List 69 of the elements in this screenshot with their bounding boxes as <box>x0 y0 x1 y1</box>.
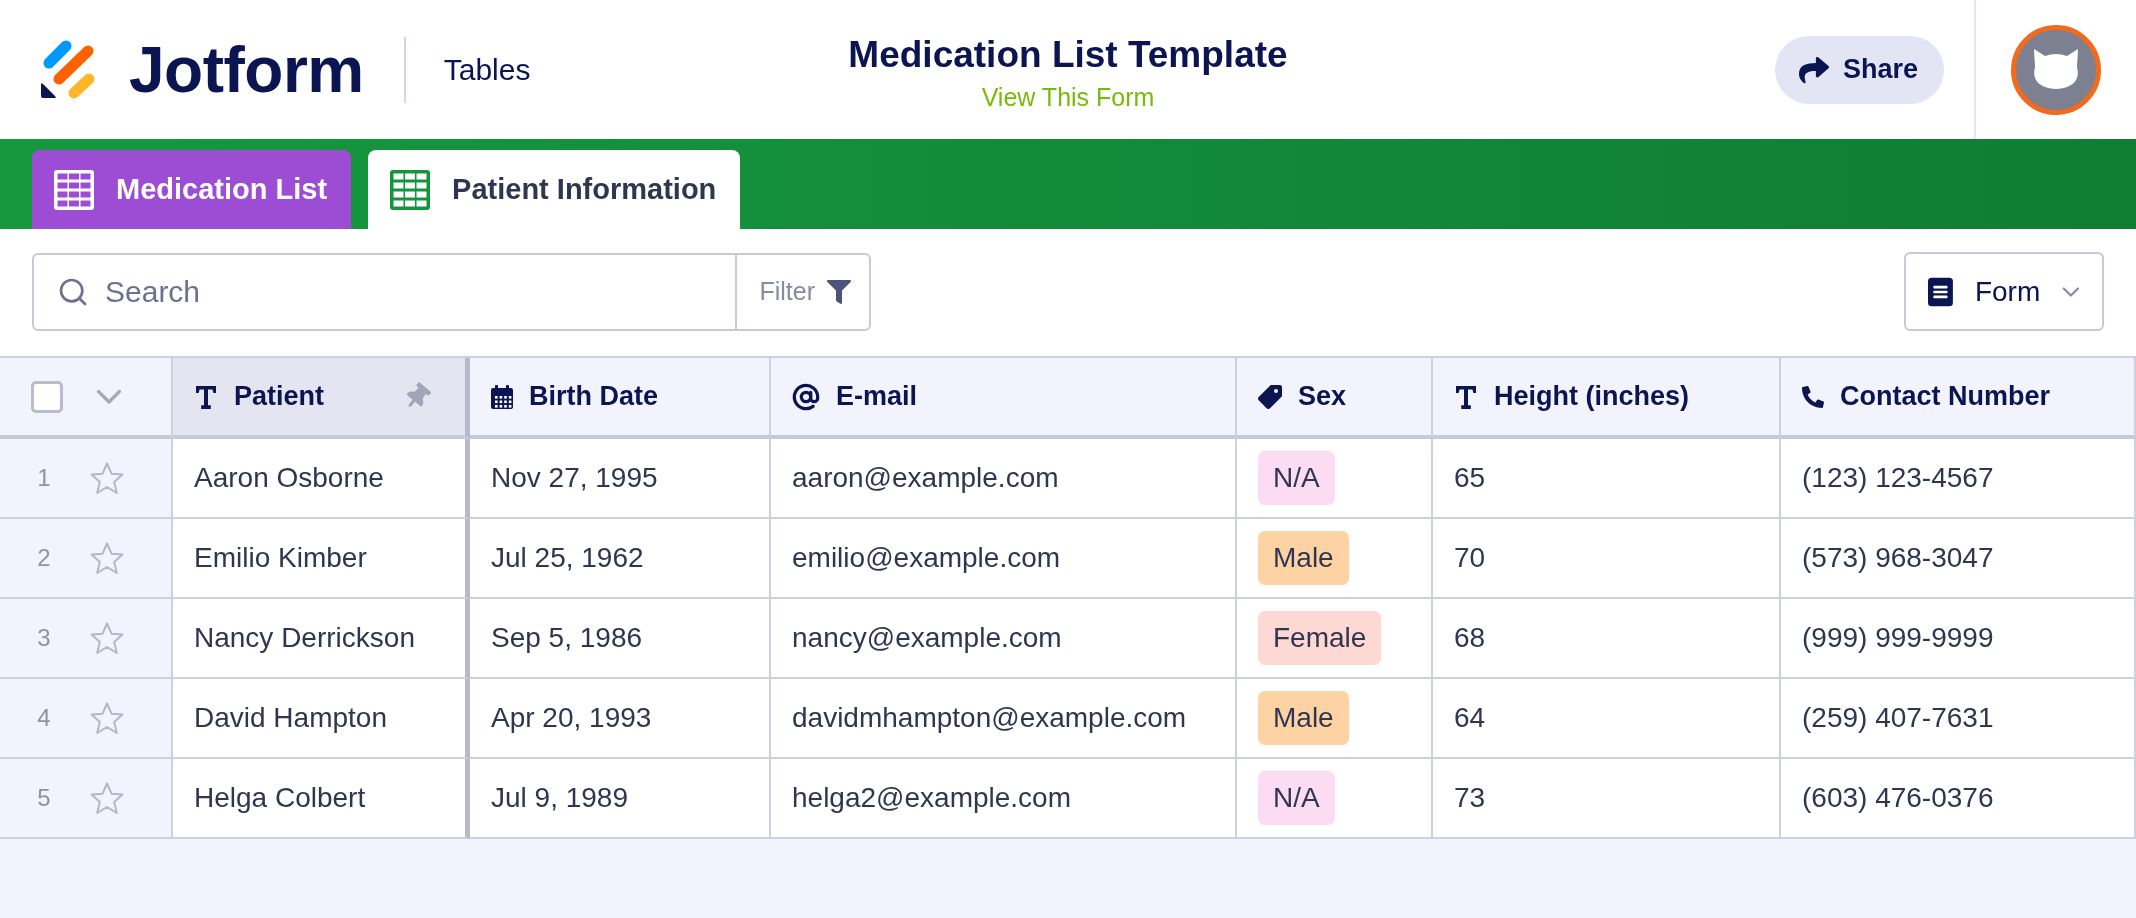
share-icon <box>1798 54 1829 85</box>
sex-tag: Male <box>1258 531 1349 585</box>
table-cell: (573) 968-3047 <box>1781 519 2136 599</box>
avatar-icon[interactable] <box>2011 24 2101 115</box>
sex-tag: Male <box>1258 691 1349 745</box>
column-header[interactable]: Sex <box>1237 358 1433 439</box>
table-cell: 68 <box>1433 599 1781 679</box>
text-icon <box>194 384 218 409</box>
table-cell: 73 <box>1433 759 1781 839</box>
column-header[interactable]: Height (inches) <box>1433 358 1781 439</box>
select-all-checkbox[interactable] <box>31 380 63 413</box>
at-sign-icon <box>792 382 820 411</box>
star-icon[interactable] <box>90 621 124 655</box>
table-cell: 70 <box>1433 519 1781 599</box>
product-name: Tables <box>443 52 531 87</box>
chevron-down-icon <box>2062 285 2080 298</box>
tag-icon <box>1258 384 1282 409</box>
brand-name: Jotform <box>129 37 364 102</box>
document-icon <box>1928 275 1953 308</box>
form-view-button[interactable]: Form <box>1904 252 2104 331</box>
table-cell: Apr 20, 1993 <box>470 679 771 759</box>
search-field[interactable]: Search <box>89 254 736 329</box>
star-icon[interactable] <box>90 701 124 735</box>
column-header[interactable]: Birth Date <box>470 358 771 439</box>
table-cell: Jul 25, 1962 <box>470 519 771 599</box>
table-cell: (123) 123-4567 <box>1781 439 2136 519</box>
share-button[interactable]: Share <box>1774 35 1944 104</box>
column-header[interactable]: Patient <box>173 358 470 439</box>
tab[interactable]: Patient Information <box>368 150 741 229</box>
text-icon <box>1454 384 1478 409</box>
table-cell: Nancy Derrickson <box>173 599 470 679</box>
row-number: 2 <box>36 544 52 572</box>
chevron-down-icon[interactable] <box>96 388 122 405</box>
table-cell: 65 <box>1433 439 1781 519</box>
star-icon[interactable] <box>90 461 124 495</box>
logo-icon <box>40 39 96 100</box>
page-title: Medication List Template <box>848 32 1288 77</box>
row-number: 4 <box>36 704 52 732</box>
row-number: 5 <box>36 784 52 812</box>
table-cell: emilio@example.com <box>771 519 1237 599</box>
funnel-icon <box>827 279 851 304</box>
table-cell: (259) 407-7631 <box>1781 679 2136 759</box>
sex-tag: N/A <box>1258 451 1335 505</box>
table-cell: Nov 27, 1995 <box>470 439 771 519</box>
row-number: 3 <box>36 624 52 652</box>
star-icon[interactable] <box>90 541 124 575</box>
table-cell: Sep 5, 1986 <box>470 599 771 679</box>
table-cell: Jul 9, 1989 <box>470 759 771 839</box>
sex-tag: N/A <box>1258 771 1335 825</box>
table-cell: Emilio Kimber <box>173 519 470 599</box>
table-cell: helga2@example.com <box>771 759 1237 839</box>
table-cell: (603) 476-0376 <box>1781 759 2136 839</box>
table-cell: davidmhampton@example.com <box>771 679 1237 759</box>
row-number: 1 <box>36 464 52 492</box>
table-cell: nancy@example.com <box>771 599 1237 679</box>
table-cell: 64 <box>1433 679 1781 759</box>
table-cell: aaron@example.com <box>771 439 1237 519</box>
calendar-icon <box>491 384 513 409</box>
star-icon[interactable] <box>90 781 124 815</box>
table-cell: Aaron Osborne <box>173 439 470 519</box>
table-cell: (999) 999-9999 <box>1781 599 2136 679</box>
table-cell: David Hampton <box>173 679 470 759</box>
grid-icon <box>54 169 94 210</box>
phone-icon <box>1802 385 1824 408</box>
table-cell: Helga Colbert <box>173 759 470 839</box>
column-header[interactable]: Contact Number <box>1781 358 2136 439</box>
sex-tag: Female <box>1258 611 1382 665</box>
tab[interactable]: Medication List <box>32 150 352 229</box>
column-header[interactable]: E-mail <box>771 358 1237 439</box>
